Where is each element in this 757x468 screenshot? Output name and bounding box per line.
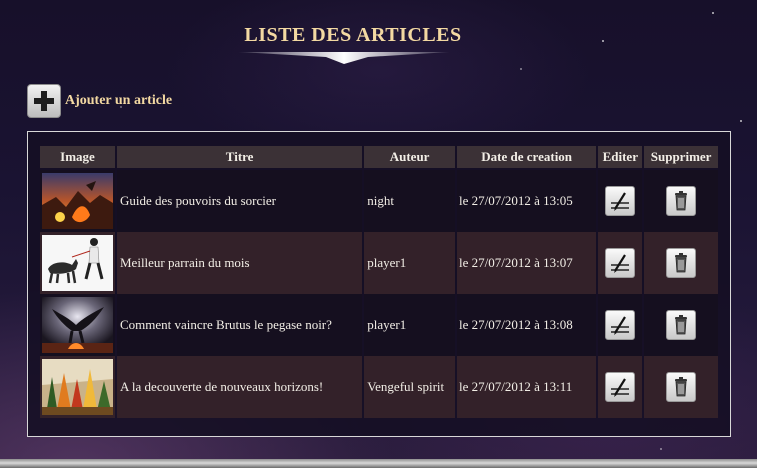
edit-cell [598, 170, 643, 232]
article-date: le 27/07/2012 à 13:08 [456, 294, 597, 356]
page-title: LISTE DES ARTICLES [244, 24, 462, 46]
article-title: Guide des pouvoirs du sorcier [117, 170, 363, 232]
articles-panel: Image Titre Auteur Date de creation Edit… [27, 131, 731, 437]
autumn-forest-thumbnail[interactable] [42, 359, 113, 415]
table-row: Comment vaincre Brutus le pegase noir? p… [40, 294, 718, 356]
edit-cell [598, 356, 643, 418]
star [660, 448, 662, 450]
dark-pegasus-thumbnail[interactable] [42, 297, 113, 353]
delete-cell [644, 294, 718, 356]
article-author: Vengeful spirit [364, 356, 455, 418]
table-row: Guide des pouvoirs du sorcier night le 2… [40, 170, 718, 232]
column-header-supprimer: Supprimer [644, 146, 718, 168]
article-date: le 27/07/2012 à 13:05 [456, 170, 597, 232]
title-underline-swoosh [238, 52, 450, 64]
article-author: player1 [364, 294, 455, 356]
add-article-button[interactable]: Ajouter un article [27, 84, 172, 118]
column-header-editer: Editer [598, 146, 643, 168]
article-title: Comment vaincre Brutus le pegase noir? [117, 294, 363, 356]
edit-pen-icon[interactable] [605, 185, 636, 216]
article-image-cell [40, 294, 115, 356]
article-date: le 27/07/2012 à 13:07 [456, 232, 597, 294]
article-date: le 27/07/2012 à 13:11 [456, 356, 597, 418]
article-image-cell [40, 356, 115, 418]
articles-table: Image Titre Auteur Date de creation Edit… [38, 146, 720, 418]
trash-icon[interactable] [666, 247, 697, 278]
article-title: Meilleur parrain du mois [117, 232, 363, 294]
add-article-label[interactable]: Ajouter un article [65, 93, 172, 109]
plus-icon[interactable] [27, 84, 61, 118]
article-image-cell [40, 232, 115, 294]
article-author: night [364, 170, 455, 232]
column-header-auteur: Auteur [364, 146, 455, 168]
star [740, 120, 742, 122]
trash-icon[interactable] [666, 371, 697, 402]
trash-icon[interactable] [666, 185, 697, 216]
table-row: Meilleur parrain du mois player1 le 27/0… [40, 232, 718, 294]
table-row: A la decouverte de nouveaux horizons! Ve… [40, 356, 718, 418]
table-header-row: Image Titre Auteur Date de creation Edit… [40, 146, 718, 168]
article-title: A la decouverte de nouveaux horizons! [117, 356, 363, 418]
edit-pen-icon[interactable] [605, 371, 636, 402]
man-walking-dog-thumbnail[interactable] [42, 235, 113, 291]
delete-cell [644, 170, 718, 232]
article-author: player1 [364, 232, 455, 294]
column-header-image: Image [40, 146, 115, 168]
delete-cell [644, 356, 718, 418]
delete-cell [644, 232, 718, 294]
star [520, 68, 522, 70]
bottom-scroll-bar [0, 459, 757, 468]
fire-landscape-thumbnail[interactable] [42, 173, 113, 229]
column-header-date: Date de creation [456, 146, 597, 168]
star [712, 12, 714, 14]
edit-pen-icon[interactable] [605, 309, 636, 340]
edit-pen-icon[interactable] [605, 247, 636, 278]
column-header-titre: Titre [117, 146, 363, 168]
trash-icon[interactable] [666, 309, 697, 340]
edit-cell [598, 294, 643, 356]
article-image-cell [40, 170, 115, 232]
edit-cell [598, 232, 643, 294]
